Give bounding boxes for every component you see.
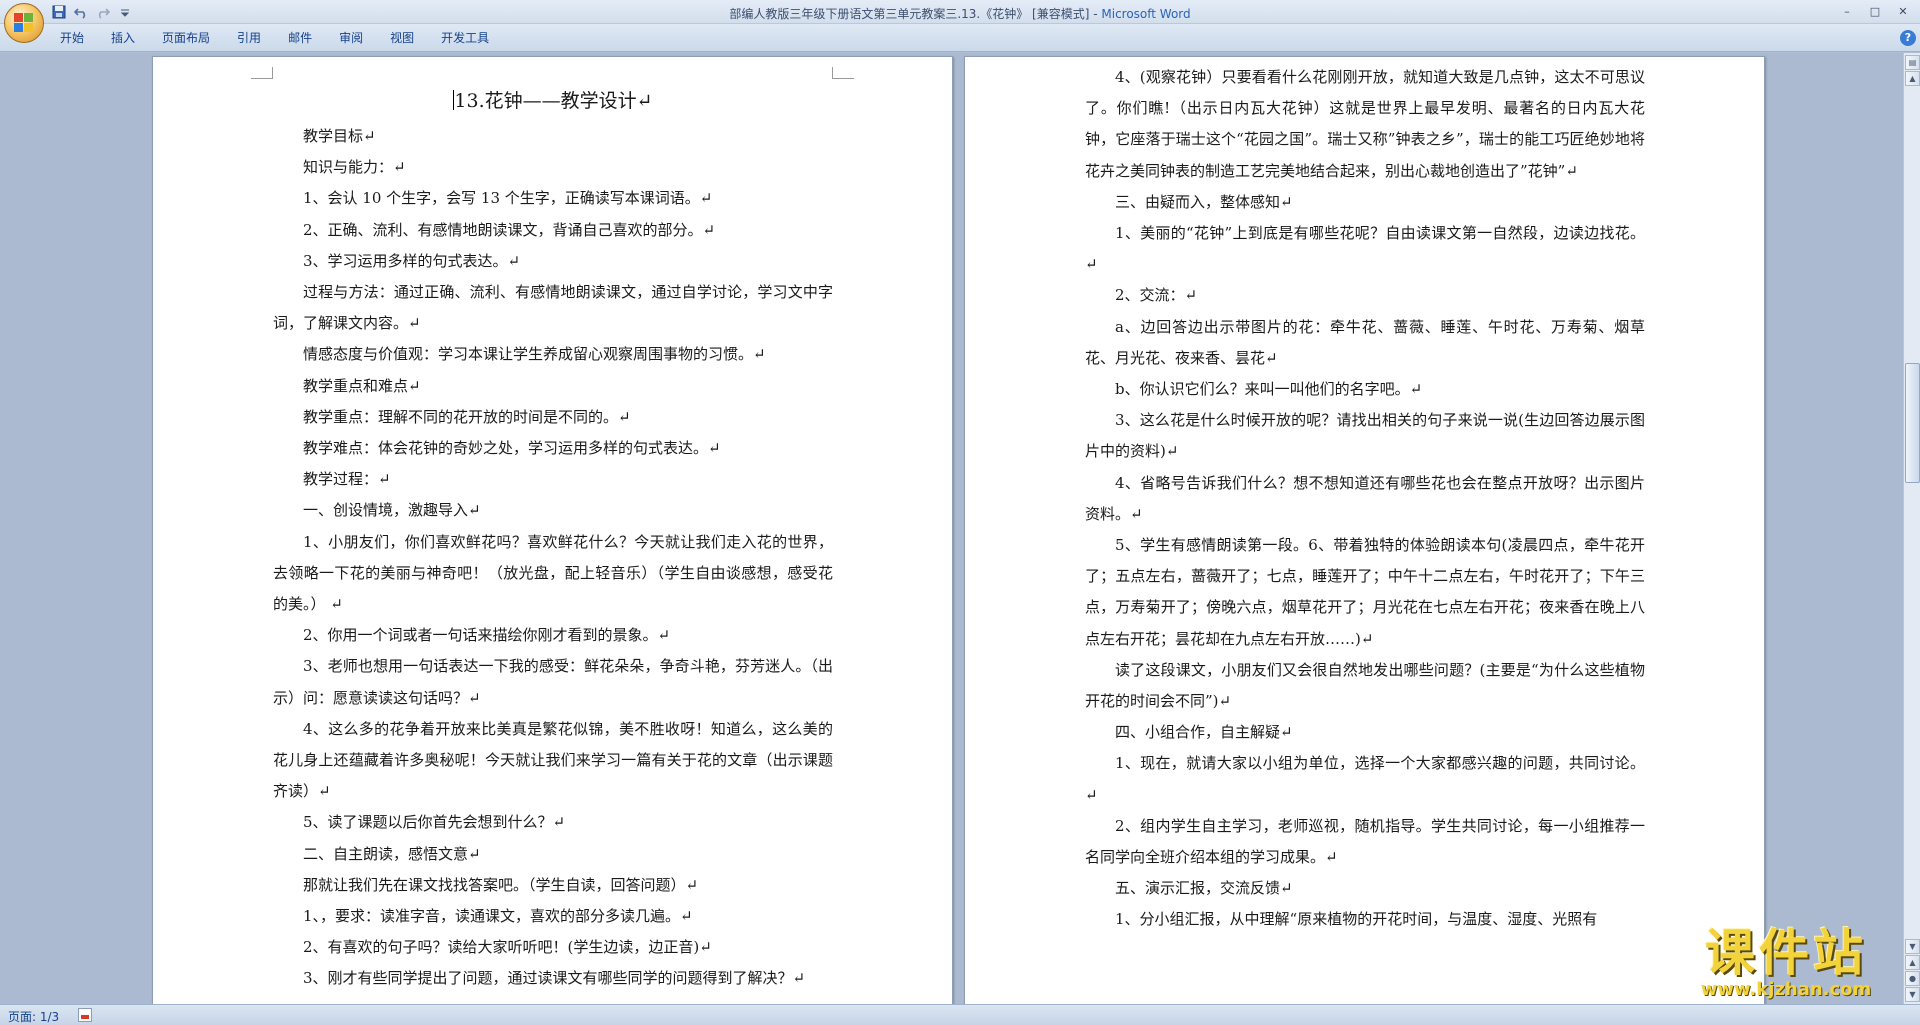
paragraph: 读了这段课文，小朋友们又会很自然地发出哪些问题？(主要是“为什么这些植物开花的时… <box>1085 660 1645 711</box>
paragraph: 1、小朋友们，你们喜欢鲜花吗？喜欢鲜花什么？今天就让我们走入花的世界，去领略一下… <box>273 532 833 614</box>
paragraph: 知识与能力：↵ <box>303 158 406 177</box>
page-1[interactable]: 13.花钟——教学设计↵ 教学目标↵ 知识与能力：↵ 1、会认 10 个生字，会… <box>152 56 953 1004</box>
crop-mark <box>251 67 273 79</box>
tab-review[interactable]: 审阅 <box>329 30 380 46</box>
macro-record-icon[interactable] <box>78 1008 92 1022</box>
paragraph: 1、，要求：读准字音，读通课文，喜欢的部分多读几遍。↵ <box>303 907 693 926</box>
paragraph: 二、自主朗读，感悟文意↵ <box>303 844 481 863</box>
page-2[interactable]: 4、(观察花钟）只要看看什么花刚刚开放，就知道大致是几点钟，这太不可思议了。你们… <box>964 56 1765 1004</box>
ribbon-tabs: 开始 插入 页面布局 引用 邮件 审阅 视图 开发工具 <box>50 30 506 46</box>
paragraph: a、边回答边出示带图片的花：牵牛花、蔷薇、睡莲、午时花、万寿菊、烟草花、月光花、… <box>1085 317 1645 367</box>
paragraph: 四、小组合作，自主解疑↵ <box>1115 723 1293 742</box>
tab-page-layout[interactable]: 页面布局 <box>152 30 227 46</box>
maximize-button[interactable]: □ <box>1862 2 1888 20</box>
paragraph: 1、美丽的“花钟”上到底是有哪些花呢？自由读课文第一自然段，边读边找花。↵ <box>1085 224 1645 274</box>
tab-references[interactable]: 引用 <box>227 30 278 46</box>
document-area: 13.花钟——教学设计↵ 教学目标↵ 知识与能力：↵ 1、会认 10 个生字，会… <box>0 53 1903 1004</box>
scroll-thumb[interactable] <box>1905 363 1920 483</box>
title-bar: 部编人教版三年级下册语文第三单元教案三.13.《花钟》 [兼容模式] - Mic… <box>0 0 1920 43</box>
paragraph: 1、现在，就请大家以小组为单位，选择一个大家都感兴趣的问题，共同讨论。↵ <box>1085 754 1645 804</box>
paragraph: 2、你用一个词或者一句话来描绘你刚才看到的景象。↵ <box>303 626 671 645</box>
next-page-icon[interactable]: ▼ <box>1905 987 1920 1002</box>
doc-title: 13.花钟——教学设计↵ <box>453 90 653 112</box>
app-name: Microsoft Word <box>1101 7 1191 21</box>
paragraph: 4、这么多的花争着开放来比美真是繁花似锦，美不胜收呀！知道么，这么美的花儿身上还… <box>273 719 833 801</box>
paragraph: 5、学生有感情朗读第一段。6、带着独特的体验朗读本句(凌晨四点，牵牛花开了；五点… <box>1085 536 1645 648</box>
page-count[interactable]: 页面: 1/3 <box>8 1008 59 1025</box>
paragraph: 三、由疑而入，整体感知↵ <box>1115 192 1293 211</box>
watermark-text: 课件站 <box>1705 924 1867 982</box>
ruler-toggle-icon[interactable]: ▤ <box>1905 55 1920 70</box>
paragraph: 2、组内学生自主学习，老师巡视，随机指导。学生共同讨论，每一小组推荐一名同学向全… <box>1085 816 1645 867</box>
paragraph: b、你认识它们么？来叫一叫他们的名字吧。↵ <box>1115 380 1423 399</box>
paragraph: 五、演示汇报，交流反馈↵ <box>1115 879 1293 898</box>
window-title: 部编人教版三年级下册语文第三单元教案三.13.《花钟》 [兼容模式] - Mic… <box>0 5 1920 22</box>
paragraph: 3、刚才有些同学提出了问题，通过读课文有哪些同学的问题得到了解决？↵ <box>303 969 806 988</box>
tab-view[interactable]: 视图 <box>380 30 431 46</box>
paragraph: 2、正确、流利、有感情地朗读课文，背诵自己喜欢的部分。↵ <box>303 220 716 239</box>
window-controls: – □ ✕ <box>1834 2 1916 20</box>
close-button[interactable]: ✕ <box>1890 2 1916 20</box>
status-bar: 页面: 1/3 <box>0 1004 1920 1025</box>
paragraph: 2、有喜欢的句子吗？读给大家听听吧！(学生边读，边正音)↵ <box>303 938 712 957</box>
vertical-scrollbar[interactable]: ▤ ▲ ▼ ▲ ● ▼ <box>1903 53 1920 1004</box>
tab-mailings[interactable]: 邮件 <box>278 30 329 46</box>
scroll-down-icon[interactable]: ▼ <box>1905 939 1920 954</box>
previous-page-icon[interactable]: ▲ <box>1905 955 1920 970</box>
paragraph: 4、(观察花钟）只要看看什么花刚刚开放，就知道大致是几点钟，这太不可思议了。你们… <box>1085 68 1645 180</box>
office-logo-icon <box>14 13 34 33</box>
office-button[interactable] <box>4 3 44 43</box>
paragraph: 1、会认 10 个生字，会写 13 个生字，正确读写本课词语。↵ <box>303 189 713 208</box>
document-title: 部编人教版三年级下册语文第三单元教案三.13.《花钟》 [兼容模式] - <box>729 7 1102 21</box>
crop-mark <box>832 67 854 79</box>
paragraph: 3、这么花是什么时候开放的呢？请找出相关的句子来说一说(生边回答边展示图片中的资… <box>1085 411 1645 461</box>
paragraph: 1、分小组汇报，从中理解“原来植物的开花时间，与温度、湿度、光照有 <box>1115 910 1598 929</box>
help-icon[interactable]: ? <box>1900 30 1916 46</box>
paragraph: 教学重点和难点↵ <box>303 376 421 395</box>
minimize-button[interactable]: – <box>1834 2 1860 20</box>
paragraph: 教学过程：↵ <box>303 470 391 489</box>
paragraph: 教学难点：体会花钟的奇妙之处，学习运用多样的句式表达。↵ <box>303 439 721 458</box>
watermark-logo: 课件站 www.kjzhan.com <box>1668 925 1904 1001</box>
paragraph: 5、读了课题以后你首先会想到什么？↵ <box>303 813 566 832</box>
paragraph: 3、学习运用多样的句式表达。↵ <box>303 251 521 270</box>
tab-home[interactable]: 开始 <box>50 30 101 46</box>
ribbon: 开始 插入 页面布局 引用 邮件 审阅 视图 开发工具 ? <box>0 24 1920 52</box>
scroll-up-icon[interactable]: ▲ <box>1905 71 1920 86</box>
paragraph: 过程与方法：通过正确、流利、有感情地朗读课文，通过自学讨论，学习文中字词，了解课… <box>273 283 833 333</box>
paragraph: 教学目标↵ <box>303 127 376 145</box>
paragraph: 一、创设情境，激趣导入↵ <box>303 501 481 520</box>
paragraph: 3、老师也想用一句话表达一下我的感受：鲜花朵朵，争奇斗艳，芬芳迷人。（出示）问：… <box>273 657 833 707</box>
watermark-url: www.kjzhan.com <box>1700 979 1872 1000</box>
tab-insert[interactable]: 插入 <box>101 30 152 46</box>
page-2-content: 4、(观察花钟）只要看看什么花刚刚开放，就知道大致是几点钟，这太不可思议了。你们… <box>1085 62 1645 936</box>
paragraph: 那就让我们先在课文找找答案吧。（学生自读，回答问题）↵ <box>303 875 699 894</box>
paragraph: 教学重点：理解不同的花开放的时间是不同的。↵ <box>303 407 631 426</box>
tab-developer[interactable]: 开发工具 <box>431 30 506 46</box>
browse-object-icon[interactable]: ● <box>1905 971 1920 986</box>
paragraph: 2、交流：↵ <box>1115 286 1198 305</box>
paragraph: 情感态度与价值观：学习本课让学生养成留心观察周围事物的习惯。↵ <box>303 345 766 364</box>
page-1-content: 13.花钟——教学设计↵ 教学目标↵ 知识与能力：↵ 1、会认 10 个生字，会… <box>273 81 833 995</box>
paragraph: 4、省略号告诉我们什么？想不想知道还有哪些花也会在整点开放呀？出示图片资料。↵ <box>1085 473 1645 523</box>
